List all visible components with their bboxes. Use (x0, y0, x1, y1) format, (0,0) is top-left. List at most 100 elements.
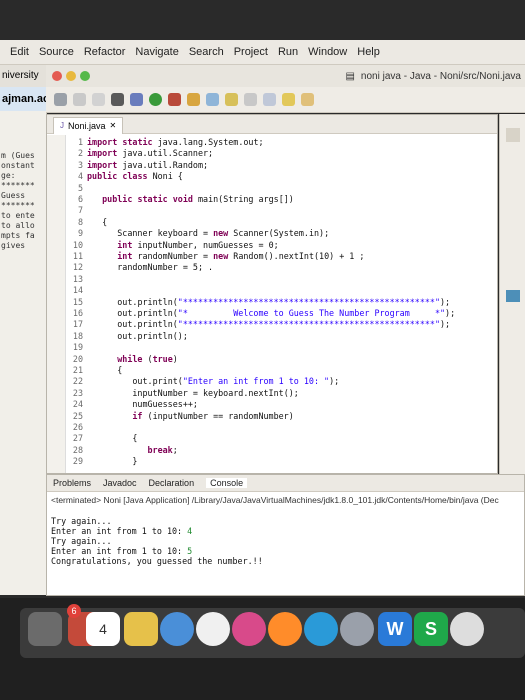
close-window-button[interactable] (52, 71, 62, 81)
menu-refactor[interactable]: Refactor (84, 46, 126, 58)
back-arrow-icon[interactable] (282, 93, 295, 106)
background-text-line: m (Gues (1, 151, 35, 160)
line-number: 22 (72, 376, 83, 387)
new-package-icon[interactable] (206, 93, 219, 106)
line-number: 11 (72, 251, 83, 261)
outline-icon[interactable] (506, 128, 520, 142)
menu-navigate[interactable]: Navigate (135, 46, 178, 58)
settings-gear-icon[interactable] (450, 612, 484, 646)
line-number: 28 (72, 444, 83, 455)
spreadsheet-app-icon[interactable]: S (414, 612, 448, 646)
menu-project[interactable]: Project (234, 46, 268, 58)
line-number: 15 (72, 296, 83, 307)
code-text: inputNumber = keyboard.nextInt(); (132, 387, 299, 398)
background-text-line: to allo (1, 221, 35, 230)
notes-icon[interactable] (124, 612, 158, 646)
code-text: out.println("* Welcome to Guess The Numb… (117, 308, 456, 318)
itunes-icon[interactable] (232, 612, 266, 646)
run-icon[interactable] (149, 93, 162, 106)
code-text: { (87, 216, 108, 227)
eclipse-toolbar (46, 87, 525, 113)
code-line: 11 int randomNumber = new Random().nextI… (47, 251, 495, 262)
line-number: 14 (72, 285, 83, 296)
minimize-window-button[interactable] (66, 71, 76, 81)
code-line: 24 numGuesses++; (47, 399, 495, 410)
app-store-icon[interactable] (304, 612, 338, 646)
line-number: 26 (72, 422, 83, 432)
search-icon[interactable] (244, 93, 257, 106)
system-preferences-icon[interactable] (340, 612, 374, 646)
console-panel: Problems Javadoc Declaration Console <te… (46, 474, 525, 596)
code-text: Scanner keyboard = new Scanner(System.in… (117, 228, 330, 239)
open-type-icon[interactable] (225, 93, 238, 106)
line-number: 20 (72, 353, 83, 364)
tab-problems[interactable]: Problems (53, 478, 91, 488)
messages-icon[interactable] (160, 612, 194, 646)
menu-window[interactable]: Window (308, 46, 347, 58)
menu-edit[interactable]: Edit (10, 46, 29, 58)
code-line: 8 { (47, 217, 495, 228)
close-tab-icon[interactable]: ✕ (110, 118, 117, 134)
line-number: 25 (72, 410, 83, 421)
word-app-icon[interactable]: W (378, 612, 412, 646)
tab-console[interactable]: Console (206, 478, 248, 488)
console-line: Enter an int from 1 to 10: 4 (47, 526, 524, 536)
line-number: 1 (77, 137, 83, 147)
code-line: 29 } (47, 456, 495, 467)
code-line: 15 out.println("************************… (47, 297, 495, 308)
tab-javadoc[interactable]: Javadoc (103, 478, 137, 488)
code-line: 23 inputNumber = keyboard.nextInt(); (47, 388, 495, 399)
line-number: 12 (72, 262, 83, 273)
code-line: 13 (47, 274, 495, 285)
annotation-icon[interactable] (263, 93, 276, 106)
console-line: Enter an int from 1 to 10: 5 (47, 546, 524, 556)
code-text: out.println(); (117, 330, 188, 341)
save-icon[interactable] (73, 93, 86, 106)
code-text: numGuesses++; (132, 399, 198, 410)
new-file-icon[interactable] (54, 93, 67, 106)
code-text: out.println("***************************… (117, 319, 451, 330)
editor-tab-noni-java[interactable]: J Noni.java ✕ (53, 117, 124, 134)
line-number: 9 (77, 228, 83, 239)
code-text: randomNumber = 5; . (117, 262, 214, 273)
console-user-input: 5 (187, 546, 193, 556)
console-text: Enter an int from 1 to 10: (51, 526, 188, 536)
code-area[interactable]: 1 import static java.lang.System.out; 2 imp… (47, 135, 497, 473)
debug-icon[interactable] (130, 93, 143, 106)
code-line: 10 int inputNumber, numGuesses = 0; (47, 240, 495, 251)
code-line: 4 public class Noni { (47, 171, 495, 182)
external-tools-icon[interactable] (168, 93, 181, 106)
photos-icon[interactable] (196, 612, 230, 646)
code-line: 3 import java.util.Random; (47, 160, 495, 171)
trash-icon[interactable] (28, 612, 62, 646)
code-text: import java.util.Random; (87, 159, 209, 170)
calendar-icon[interactable]: 4 (86, 612, 120, 646)
code-text: out.print("Enter an int from 1 to 10: ")… (132, 376, 340, 387)
new-java-project-icon[interactable] (187, 93, 200, 106)
console-terminated-line: <terminated> Noni [Java Application] /Li… (51, 495, 499, 505)
zoom-window-button[interactable] (80, 71, 90, 81)
console-line: Try again... (47, 536, 524, 546)
console-line: Congratulations, you guessed the number.… (47, 556, 524, 566)
menu-help[interactable]: Help (357, 46, 380, 58)
background-window-title: niversity (0, 65, 46, 87)
task-list-icon[interactable] (506, 290, 520, 302)
line-number: 24 (72, 399, 83, 410)
menu-source[interactable]: Source (39, 46, 74, 58)
code-text: { (87, 433, 138, 444)
print-icon[interactable] (92, 93, 105, 106)
background-text-line: ge: (1, 171, 16, 180)
line-number: 8 (77, 216, 83, 227)
line-number: 3 (77, 159, 83, 170)
line-number: 4 (77, 171, 83, 182)
build-icon[interactable] (111, 93, 124, 106)
code-text: public static void main(String args[]) (102, 194, 294, 204)
menu-search[interactable]: Search (189, 46, 224, 58)
tab-declaration[interactable]: Declaration (149, 478, 195, 488)
line-number: 17 (72, 319, 83, 330)
code-line: 7 (47, 205, 495, 216)
menu-run[interactable]: Run (278, 46, 298, 58)
forward-arrow-icon[interactable] (301, 93, 314, 106)
ibooks-icon[interactable] (268, 612, 302, 646)
background-text-line: ******* (1, 201, 35, 210)
